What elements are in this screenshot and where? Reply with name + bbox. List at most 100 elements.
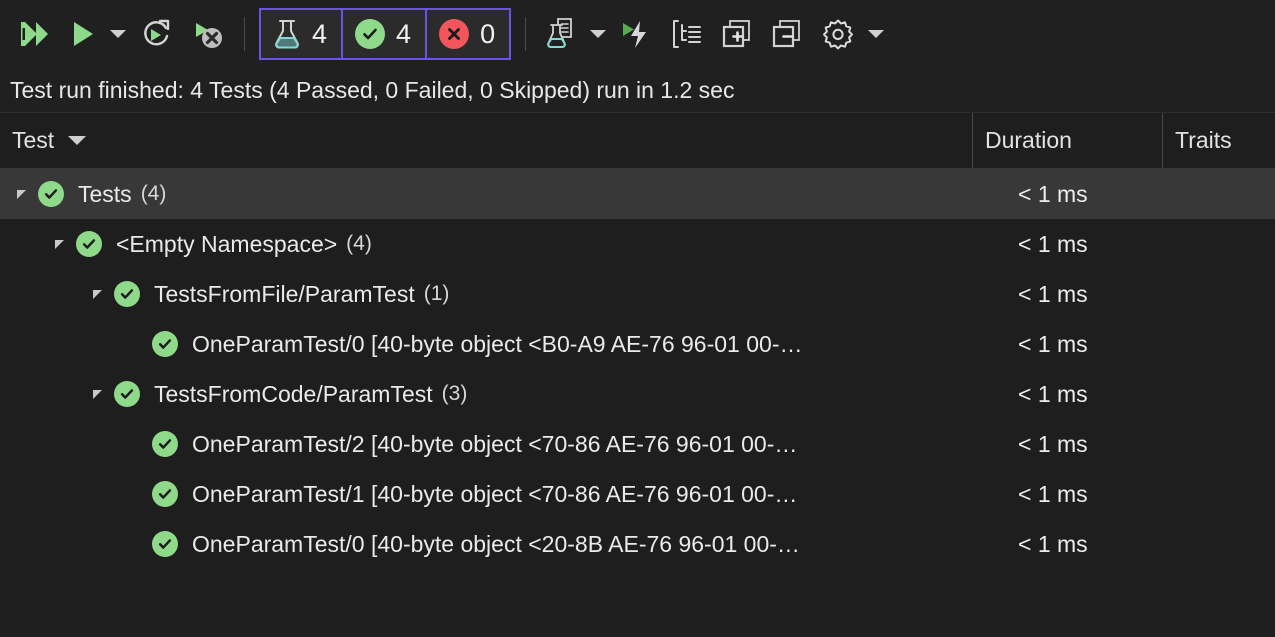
duration-cell: < 1 ms (972, 419, 1162, 469)
expander-collapse-icon[interactable] (84, 289, 110, 299)
chevron-down-icon (868, 30, 885, 38)
duration-value: < 1 ms (1018, 530, 1088, 557)
passed-tests-counter[interactable]: 4 (341, 10, 426, 58)
toolbar: 4 4 0 (0, 0, 1275, 68)
flask-icon (275, 20, 299, 49)
test-name-cell: OneParamTest/0 [40-byte object <20-8B AE… (0, 519, 972, 569)
table-row[interactable]: OneParamTest/0 [40-byte object <B0-A9 AE… (0, 319, 1275, 369)
table-row[interactable]: TestsFromFile/ParamTest (1) < 1 ms (0, 269, 1275, 319)
run-button[interactable] (60, 9, 106, 59)
test-name-cell: OneParamTest/0 [40-byte object <B0-A9 AE… (0, 319, 972, 369)
test-name-label: <Empty Namespace> (116, 230, 338, 257)
test-child-count: (4) (140, 182, 167, 205)
column-header-test[interactable]: Test (0, 113, 972, 168)
table-row[interactable]: OneParamTest/2 [40-byte object <70-86 AE… (0, 419, 1275, 469)
table-row[interactable]: OneParamTest/0 [40-byte object <20-8B AE… (0, 519, 1275, 569)
check-circle-icon (38, 181, 64, 207)
settings-dropdown-button[interactable] (864, 9, 888, 59)
total-tests-counter[interactable]: 4 (261, 10, 342, 58)
expander-collapse-icon[interactable] (46, 239, 72, 249)
row-status-icon-wrap (148, 481, 182, 507)
duration-cell: < 1 ms (972, 519, 1162, 569)
check-circle-icon (152, 431, 178, 457)
table-row[interactable]: OneParamTest/1 [40-byte object <70-86 AE… (0, 469, 1275, 519)
failed-tests-counter[interactable]: 0 (425, 10, 510, 58)
sort-descending-icon[interactable] (68, 136, 87, 145)
traits-cell (1162, 469, 1275, 519)
table-row[interactable]: <Empty Namespace> (4) < 1 ms (0, 219, 1275, 269)
duration-value: < 1 ms (1018, 180, 1088, 207)
status-bar: Test run finished: 4 Tests (4 Passed, 0 … (0, 68, 1275, 113)
check-circle-icon (355, 19, 386, 49)
column-header-traits[interactable]: Traits (1162, 113, 1275, 168)
grid-header: Test Duration Traits (0, 113, 1275, 169)
table-row[interactable]: TestsFromCode/ParamTest (3) < 1 ms (0, 369, 1275, 419)
test-run-summary-text: Test run finished: 4 Tests (4 Passed, 0 … (10, 76, 735, 103)
test-tree-list[interactable]: Tests (4) < 1 ms <Empty Namespace> (4) < 1 ms… (0, 169, 1275, 637)
expand-all-button[interactable] (712, 9, 762, 59)
traits-cell (1162, 369, 1275, 419)
row-status-icon-wrap (148, 431, 182, 457)
test-explorer-window: 4 4 0 Test run finished: 4 Tests (4 Pass… (0, 0, 1275, 637)
expander-collapse-icon[interactable] (8, 189, 34, 199)
traits-cell (1162, 219, 1275, 269)
test-name-cell: TestsFromFile/ParamTest (1) (0, 269, 972, 319)
duration-value: < 1 ms (1018, 230, 1088, 257)
column-header-test-label: Test (12, 127, 55, 153)
check-circle-icon (114, 381, 140, 407)
toolbar-separator-1 (244, 17, 245, 51)
column-header-duration[interactable]: Duration (972, 113, 1162, 168)
duration-value: < 1 ms (1018, 280, 1088, 307)
settings-button[interactable] (812, 9, 864, 59)
total-tests-count: 4 (312, 18, 328, 49)
expander-collapse-icon[interactable] (84, 389, 110, 399)
group-by-button[interactable] (662, 9, 712, 59)
run-lightning-icon (623, 21, 647, 48)
test-detail-summary-button[interactable] (536, 9, 586, 59)
duration-value: < 1 ms (1018, 330, 1088, 357)
run-all-tests-button[interactable] (8, 9, 60, 59)
duration-value: < 1 ms (1018, 480, 1088, 507)
test-name-label: OneParamTest/1 [40-byte object <70-86 AE… (192, 480, 798, 507)
repeat-last-run-button[interactable] (130, 9, 182, 59)
cancel-run-icon (196, 23, 222, 48)
passed-tests-count: 4 (396, 18, 412, 49)
failed-tests-count: 0 (480, 18, 496, 49)
check-circle-icon (152, 531, 178, 557)
test-name-cell: OneParamTest/1 [40-byte object <70-86 AE… (0, 469, 972, 519)
check-circle-icon (114, 281, 140, 307)
triangle-expanded-icon (92, 389, 102, 399)
table-row[interactable]: Tests (4) < 1 ms (0, 169, 1275, 219)
run-icon (74, 22, 93, 46)
test-document-icon (547, 18, 572, 48)
check-circle-icon (152, 331, 178, 357)
traits-cell (1162, 519, 1275, 569)
test-name-cell: <Empty Namespace> (4) (0, 219, 972, 269)
test-name-label: TestsFromCode/ParamTest (154, 380, 433, 407)
column-header-traits-label: Traits (1175, 127, 1232, 153)
test-detail-dropdown-button[interactable] (586, 9, 610, 59)
test-counters-group: 4 4 0 (259, 8, 512, 60)
collapse-all-icon (772, 20, 800, 48)
duration-value: < 1 ms (1018, 430, 1088, 457)
test-name-label: Tests (78, 180, 132, 207)
row-status-icon-wrap (34, 181, 68, 207)
traits-cell (1162, 419, 1275, 469)
duration-cell: < 1 ms (972, 169, 1162, 219)
row-status-icon-wrap (110, 281, 144, 307)
test-name-cell: Tests (4) (0, 169, 972, 219)
expand-all-icon (722, 20, 750, 48)
row-status-icon-wrap (72, 231, 106, 257)
run-until-failure-button[interactable] (610, 9, 662, 59)
run-dropdown-button[interactable] (106, 9, 130, 59)
run-all-icon (21, 22, 48, 46)
gear-icon (823, 19, 854, 50)
column-header-duration-label: Duration (985, 127, 1072, 153)
group-by-icon (673, 20, 702, 48)
test-name-label: TestsFromFile/ParamTest (154, 280, 415, 307)
collapse-all-button[interactable] (762, 9, 812, 59)
duration-cell: < 1 ms (972, 369, 1162, 419)
traits-cell (1162, 269, 1275, 319)
cancel-run-button[interactable] (182, 9, 234, 59)
test-name-label: OneParamTest/0 [40-byte object <B0-A9 AE… (192, 330, 803, 357)
